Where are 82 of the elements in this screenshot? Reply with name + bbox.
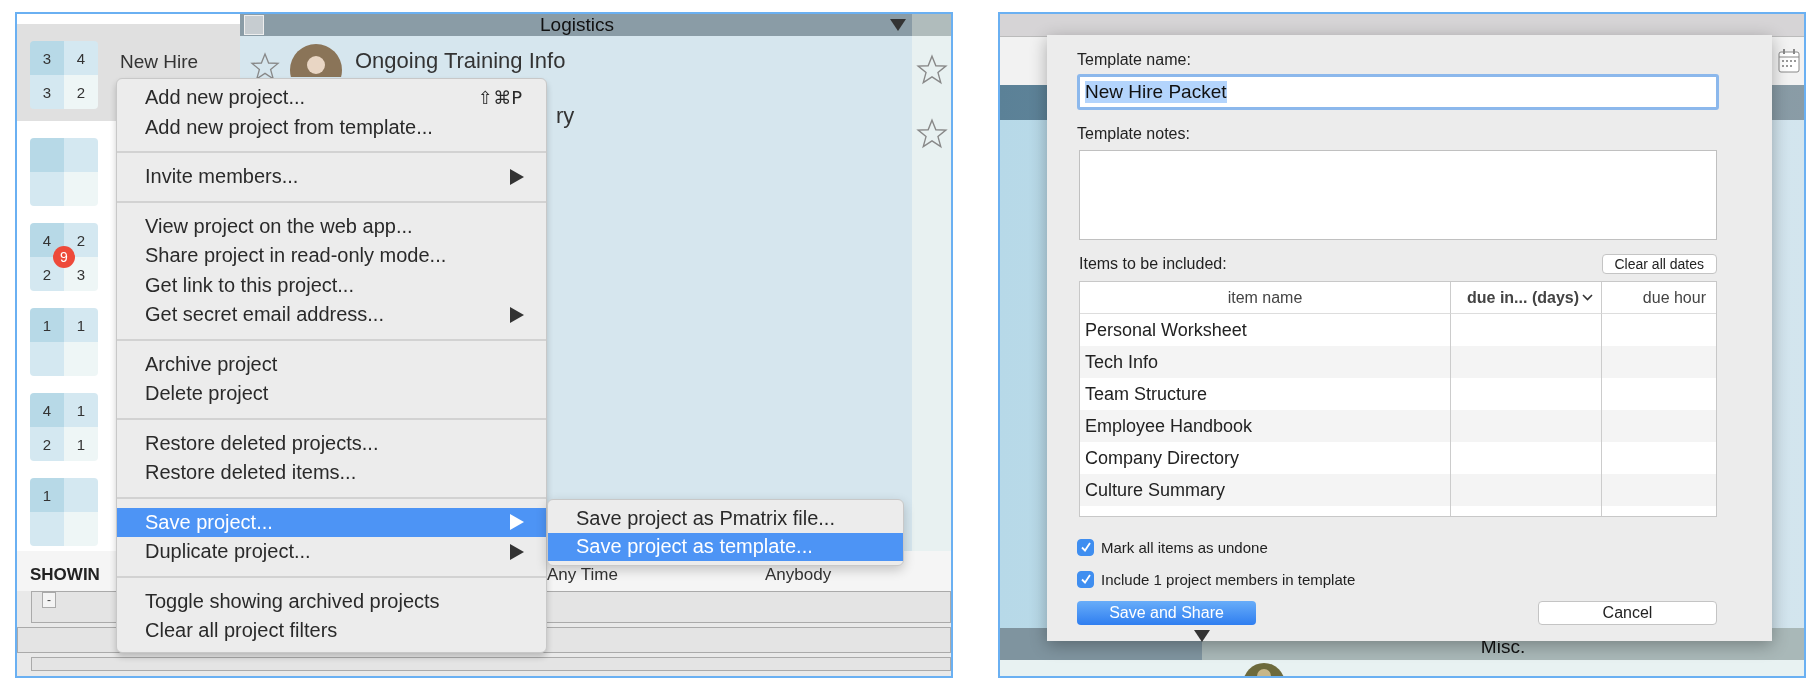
tile-quadrant [64, 342, 98, 376]
collapse-triangle-icon[interactable] [1194, 630, 1210, 642]
field-label: Template name: [1077, 50, 1192, 70]
checkbox-label: Include 1 project members in template [1101, 570, 1356, 588]
count-label: 2 [42, 265, 52, 283]
menu-item[interactable]: Restore deleted items... [117, 458, 546, 488]
text-area[interactable] [1079, 150, 1717, 240]
tile-quadrant [30, 512, 64, 546]
count-label: 1 [76, 316, 86, 334]
collapse-triangle-icon[interactable] [890, 19, 906, 31]
count-label: 1 [76, 435, 86, 453]
count-label: 1 [42, 486, 52, 504]
project-item[interactable]: 1 [30, 478, 98, 546]
item-title[interactable]: ry [556, 103, 575, 129]
project-item[interactable]: 1 1 [30, 308, 98, 376]
column-header[interactable]: item name [1080, 282, 1450, 314]
table-cell-text: Culture Summary [1084, 478, 1227, 502]
menu-item[interactable]: View project on the web app... [117, 211, 546, 241]
menu-item[interactable]: Save project as Pmatrix file... [548, 504, 903, 533]
count-label: 1 [76, 401, 86, 419]
filter-label: SHOWIN [30, 565, 101, 585]
count-label: 4 [42, 401, 52, 419]
submenu-arrow-icon [510, 543, 524, 560]
item-title[interactable]: Ongoing Training Info [355, 48, 566, 74]
input-field[interactable]: New Hire Packet [1077, 74, 1719, 110]
tile-quadrant [64, 478, 98, 512]
star-icon[interactable] [915, 54, 948, 86]
star-icon[interactable] [915, 118, 948, 150]
menu-item[interactable]: Share project in read-only mode... [117, 241, 546, 271]
field-label: Items to be included: [1079, 254, 1227, 274]
column-header[interactable]: due in... (days) [1467, 288, 1579, 307]
table-cell-text: Tech Info [1084, 350, 1160, 374]
section-title: Misc. [1480, 636, 1526, 658]
count-label: 3 [42, 49, 52, 67]
project-name: New Hire [120, 51, 199, 73]
people-filter[interactable]: Anybody [765, 565, 951, 585]
project-item[interactable]: 4 1 2 1 [30, 393, 98, 461]
minus-button[interactable]: - [42, 592, 56, 608]
menu-item[interactable]: Get secret email address... [117, 300, 546, 330]
checkbox[interactable] [1077, 538, 1094, 556]
chevron-down-icon[interactable] [1582, 294, 1593, 301]
tile-quadrant [30, 342, 64, 376]
count-label: 2 [42, 435, 52, 453]
menu-item[interactable]: Toggle showing archived projects [117, 586, 546, 616]
submenu-arrow-icon [510, 514, 524, 531]
time-filter[interactable]: Any Time [547, 565, 765, 585]
count-label: 4 [76, 49, 86, 67]
count-label: 3 [42, 83, 52, 101]
table-cell-text: Employee Handbook [1084, 414, 1254, 438]
table-cell-text: Personal Worksheet [1084, 318, 1248, 342]
count-label: 3 [76, 265, 86, 283]
menu-item[interactable]: Invite members... [117, 162, 546, 192]
table-cell-text: Team Structure [1084, 382, 1209, 406]
table-cell-text: Company Directory [1084, 446, 1241, 470]
tile-quadrant [30, 138, 64, 172]
project-item[interactable]: 4 2 2 3 9 [30, 223, 98, 291]
tile-quadrant [64, 138, 98, 172]
menu-item[interactable]: Restore deleted projects... [117, 428, 546, 458]
field-label: Template notes: [1077, 124, 1191, 144]
menu-item[interactable]: Delete project [117, 379, 546, 409]
menu-item[interactable]: Clear all project filters [117, 616, 546, 646]
header-strip [912, 14, 951, 36]
checkbox[interactable] [1077, 570, 1094, 588]
checkbox-label: Mark all items as undone [1101, 538, 1268, 556]
menu-item[interactable]: Duplicate project... [117, 537, 546, 567]
count-label: 2 [76, 83, 86, 101]
submenu-arrow-icon [510, 306, 524, 323]
count-label: 2 [76, 231, 86, 249]
submenu-arrow-icon [510, 168, 524, 185]
column-header[interactable]: due hour [1601, 282, 1716, 314]
section-title: Logistics [539, 14, 615, 36]
count-label: 4 [42, 231, 52, 249]
tile-quadrant [30, 172, 64, 206]
tile-quadrant [64, 172, 98, 206]
cancel-button[interactable]: Cancel [1538, 601, 1717, 625]
tile-quadrant [64, 512, 98, 546]
menu-item[interactable]: Get link to this project... [117, 270, 546, 300]
avatar [1242, 662, 1286, 676]
count-label: 1 [42, 316, 52, 334]
menu-item[interactable]: Archive project [117, 349, 546, 379]
calendar-icon[interactable] [1778, 49, 1800, 73]
clear-dates-button[interactable]: Clear all dates [1601, 254, 1717, 274]
